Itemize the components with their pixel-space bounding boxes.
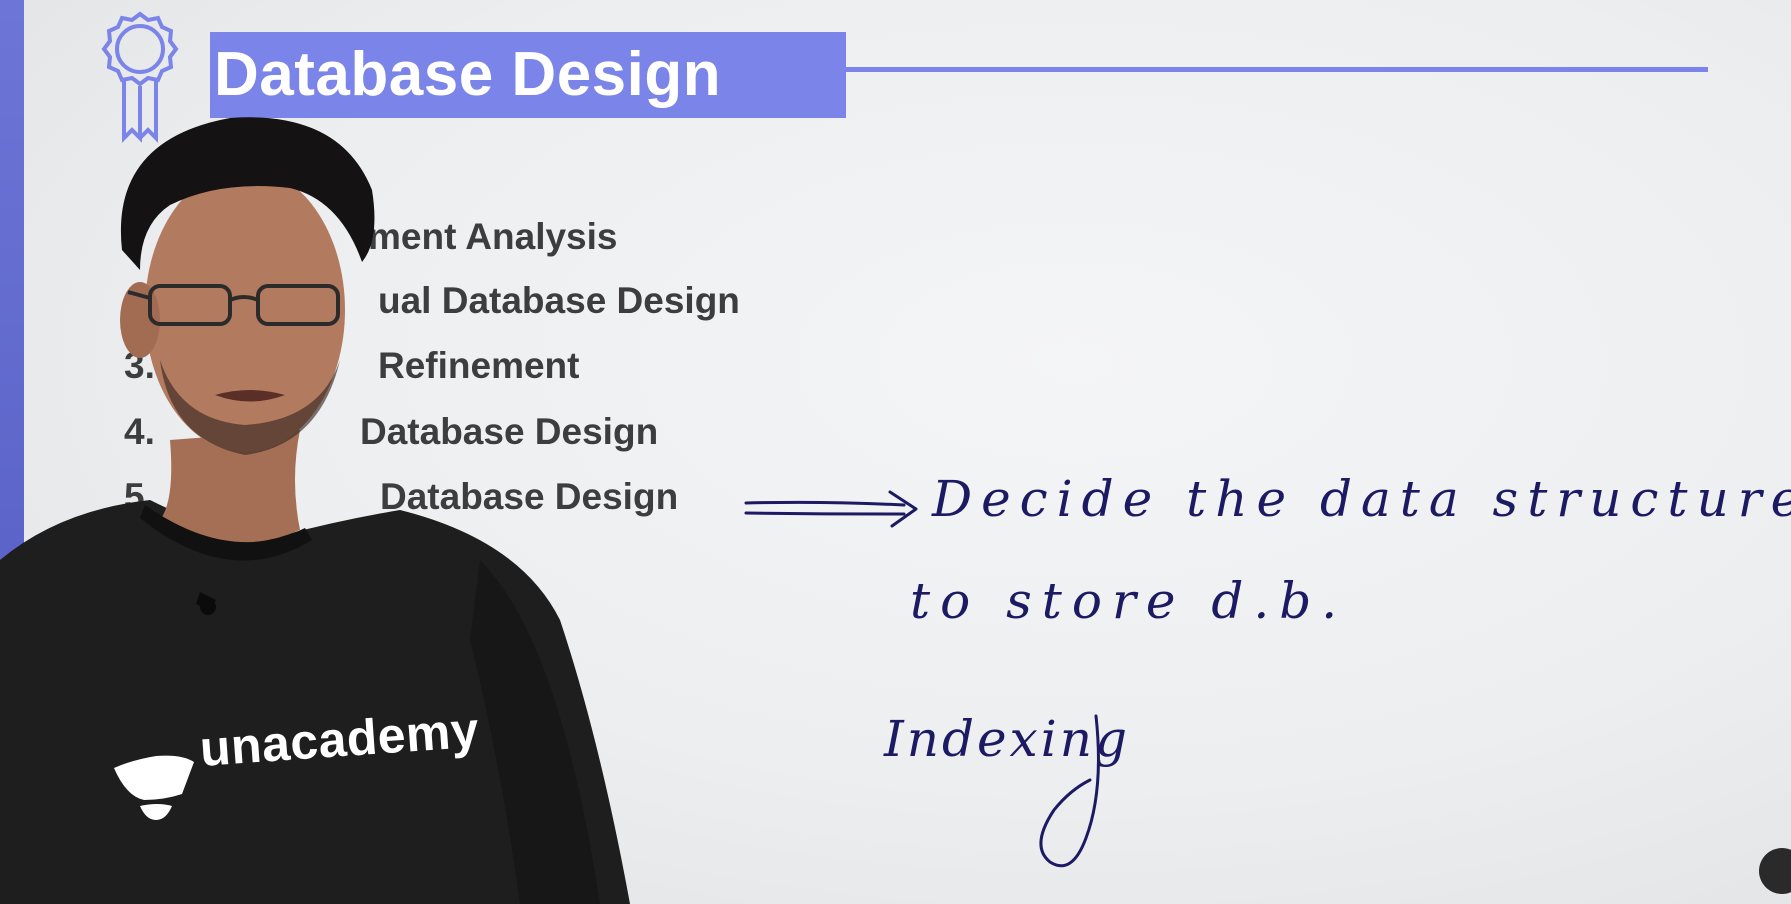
handwritten-note-line-2: to store d.b. [910, 572, 1348, 630]
corner-overlay-button[interactable] [1759, 848, 1791, 894]
unacademy-logo-icon [114, 755, 194, 820]
handwritten-g-loop [1039, 714, 1100, 868]
handwritten-note-line-1: Decide the data structures [932, 470, 1791, 528]
video-frame: Database Design ment Analysis ual Databa… [0, 0, 1791, 904]
title-underline-rule [846, 67, 1708, 72]
double-arrow-right-icon [744, 490, 918, 528]
